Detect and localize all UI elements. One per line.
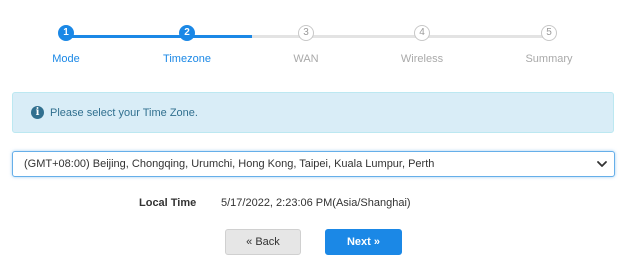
local-time-label: Local Time [139,197,197,209]
step-wan: 3 WAN [246,25,366,65]
local-time-value: 5/17/2022, 2:23:06 PM(Asia/Shanghai) [221,197,411,209]
back-button[interactable]: « Back [225,229,301,255]
step-wireless: 4 Wireless [362,25,482,65]
setup-stepper: 1 Mode 2 Timezone 3 WAN 4 Wireless 5 Sum… [0,0,634,80]
info-alert: i Please select your Time Zone. [12,92,614,133]
step-label: WAN [293,53,319,65]
step-label: Summary [525,53,573,65]
next-button[interactable]: Next » [325,229,402,255]
step-number: 1 [58,25,74,41]
timezone-select[interactable]: (GMT+08:00) Beijing, Chongqing, Urumchi,… [12,151,615,177]
chevron-down-icon [597,161,607,167]
timezone-selected-value: (GMT+08:00) Beijing, Chongqing, Urumchi,… [24,158,435,170]
step-summary: 5 Summary [489,25,609,65]
step-timezone[interactable]: 2 Timezone [127,25,247,65]
info-icon: i [31,106,44,119]
step-number: 3 [298,25,314,41]
step-label: Mode [52,53,80,65]
step-label: Timezone [163,53,211,65]
step-number: 2 [179,25,195,41]
alert-message: Please select your Time Zone. [50,106,198,119]
step-mode[interactable]: 1 Mode [6,25,126,65]
step-number: 4 [414,25,430,41]
step-label: Wireless [400,53,444,65]
step-number: 5 [541,25,557,41]
